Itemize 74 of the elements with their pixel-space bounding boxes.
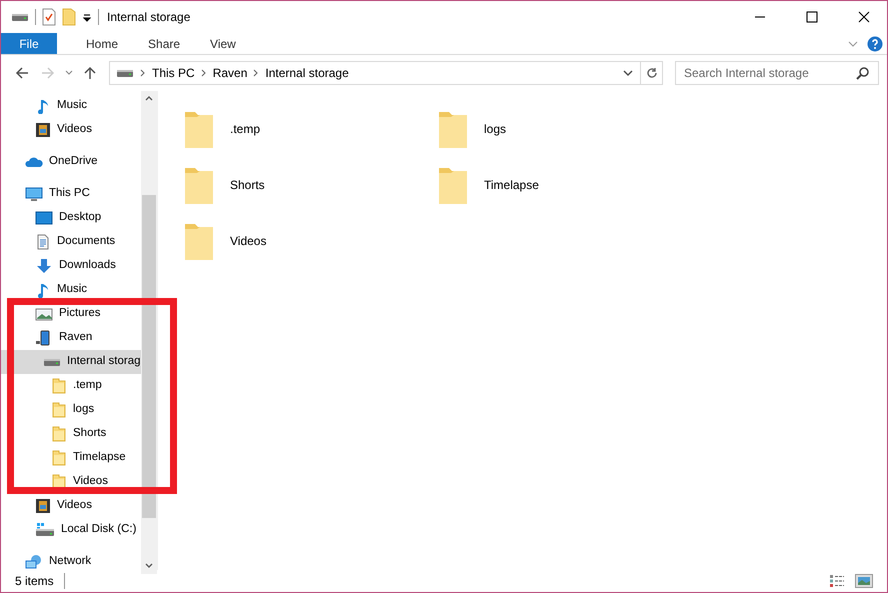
folder-icon bbox=[184, 165, 214, 205]
nav-item[interactable]: Videos bbox=[1, 118, 141, 142]
nav-item[interactable]: logs bbox=[1, 398, 141, 422]
properties-icon[interactable] bbox=[42, 8, 56, 26]
folder-icon bbox=[438, 109, 468, 149]
right-arrow-icon bbox=[41, 66, 55, 80]
folder-item[interactable]: Videos bbox=[184, 213, 438, 269]
picture-icon bbox=[35, 306, 53, 322]
nav-item[interactable]: Local Disk (C:) bbox=[1, 518, 141, 542]
document-icon bbox=[35, 234, 51, 250]
folder-icon bbox=[184, 221, 214, 261]
close-icon bbox=[858, 11, 870, 23]
folder-icon bbox=[51, 402, 67, 418]
nav-item[interactable]: Internal storag bbox=[1, 350, 141, 374]
file-tab[interactable]: File bbox=[1, 33, 57, 54]
maximize-icon bbox=[806, 11, 818, 23]
details-view-icon[interactable] bbox=[829, 574, 845, 588]
search-box[interactable]: Search Internal storage bbox=[675, 61, 879, 85]
folder-icon bbox=[438, 165, 468, 205]
chevron-right-icon bbox=[253, 68, 260, 78]
nav-item[interactable]: Shorts bbox=[1, 422, 141, 446]
film-icon bbox=[35, 122, 51, 138]
ribbon-tab[interactable]: Share bbox=[133, 33, 196, 54]
ribbon-tab[interactable]: Home bbox=[71, 33, 134, 54]
folder-icon bbox=[184, 109, 214, 149]
nav-item[interactable]: Pictures bbox=[1, 302, 141, 326]
nav-item[interactable]: Downloads bbox=[1, 254, 141, 278]
chevron-down-icon bbox=[65, 69, 73, 77]
nav-item[interactable]: Documents bbox=[1, 230, 141, 254]
folder-icon bbox=[51, 378, 67, 394]
drive-icon bbox=[43, 358, 61, 366]
nav-item[interactable]: Videos bbox=[1, 470, 141, 494]
film-icon bbox=[35, 498, 51, 514]
ribbon-tab[interactable]: View bbox=[195, 33, 251, 54]
folder-item[interactable]: logs bbox=[438, 101, 692, 157]
nav-item[interactable]: .temp bbox=[1, 374, 141, 398]
nav-item[interactable]: Network bbox=[1, 550, 141, 574]
chevron-down-icon[interactable] bbox=[622, 68, 634, 78]
breadcrumb-item[interactable]: Internal storage bbox=[265, 64, 349, 82]
folder-item[interactable]: Timelapse bbox=[438, 157, 692, 213]
left-arrow-icon bbox=[15, 66, 29, 80]
breadcrumb-item[interactable]: Raven bbox=[212, 64, 248, 82]
chevron-right-icon bbox=[200, 68, 207, 78]
folder-item[interactable]: .temp bbox=[184, 101, 438, 157]
music-note-icon bbox=[35, 98, 51, 114]
breadcrumb-item[interactable]: This PC bbox=[152, 64, 195, 82]
address-bar[interactable]: This PC Raven Internal storage bbox=[109, 61, 663, 85]
nav-item[interactable]: Raven bbox=[1, 326, 141, 350]
nav-item[interactable]: Videos bbox=[1, 494, 141, 518]
drive-icon bbox=[35, 522, 55, 538]
folder-icon bbox=[51, 450, 67, 466]
nav-item[interactable]: Timelapse bbox=[1, 446, 141, 470]
drive-icon bbox=[116, 70, 134, 76]
nav-item[interactable]: OneDrive bbox=[1, 150, 141, 174]
globe-computer-icon bbox=[25, 554, 43, 570]
refresh-icon[interactable] bbox=[646, 67, 658, 79]
music-note-icon bbox=[35, 282, 51, 298]
nav-item[interactable]: Music bbox=[1, 94, 141, 118]
chevron-right-icon bbox=[140, 68, 146, 78]
search-icon bbox=[856, 66, 870, 80]
item-count: 5 items bbox=[15, 573, 54, 590]
up-arrow-icon bbox=[83, 66, 97, 80]
window-title: Internal storage bbox=[107, 9, 192, 26]
folder-icon bbox=[51, 426, 67, 442]
down-arrow-icon bbox=[35, 258, 53, 274]
scrollbar[interactable] bbox=[141, 91, 157, 574]
monitor-icon bbox=[35, 210, 53, 226]
nav-item[interactable]: Desktop bbox=[1, 206, 141, 230]
drive-icon[interactable] bbox=[11, 14, 29, 20]
computer-icon bbox=[25, 186, 43, 202]
nav-item[interactable]: This PC bbox=[1, 182, 141, 206]
large-icons-view-icon[interactable] bbox=[855, 574, 873, 588]
folder-item[interactable]: Shorts bbox=[184, 157, 438, 213]
nav-item[interactable]: Music bbox=[1, 278, 141, 302]
